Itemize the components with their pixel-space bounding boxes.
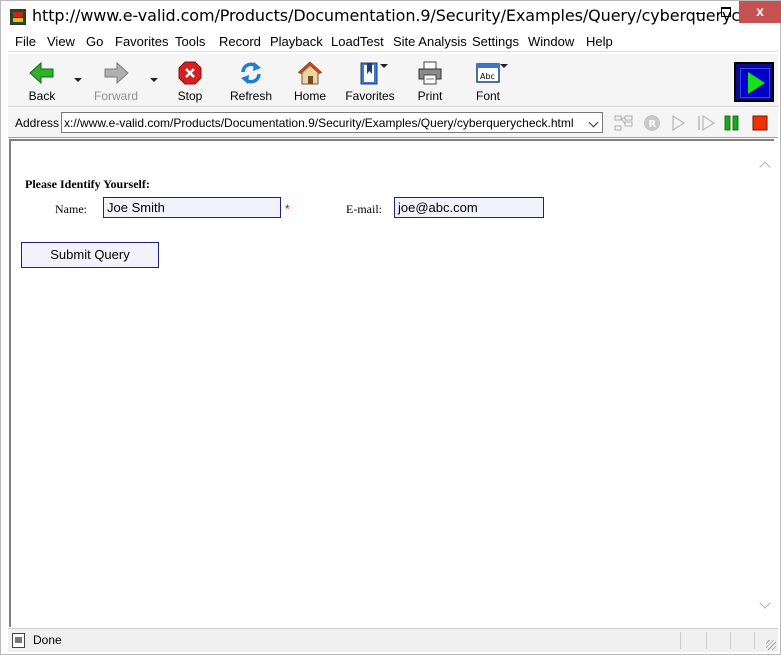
status-bar: Done	[8, 628, 778, 652]
toolbar: Back Forward Stop Refresh Home Favorites…	[8, 53, 778, 107]
address-url: x://www.e-valid.com/Products/Documentati…	[64, 116, 574, 130]
status-divider	[680, 632, 681, 649]
window-title: http://www.e-valid.com/Products/Document…	[32, 6, 781, 25]
scroll-down-icon[interactable]	[759, 599, 771, 611]
stop-recording-icon[interactable]	[750, 114, 770, 132]
print-button[interactable]: Print	[412, 58, 448, 104]
browser-window: http://www.e-valid.com/Products/Document…	[0, 0, 781, 655]
title-bar: http://www.e-valid.com/Products/Document…	[1, 1, 781, 31]
address-dropdown-icon[interactable]	[588, 117, 600, 129]
forward-label: Forward	[93, 89, 138, 103]
print-label: Print	[417, 89, 443, 103]
page-content: Please Identify Yourself: Name: Joe Smit…	[9, 139, 774, 627]
favorites-dropdown-arrow-icon[interactable]	[380, 64, 388, 68]
menu-file[interactable]: File	[15, 34, 36, 49]
menu-window[interactable]: Window	[528, 34, 574, 49]
home-label: Home	[293, 89, 326, 103]
address-label: Address	[15, 116, 60, 130]
back-arrow-icon	[28, 60, 56, 86]
refresh-label: Refresh	[229, 89, 273, 103]
status-text: Done	[33, 633, 62, 647]
favorites-label: Favorites	[345, 89, 395, 103]
print-icon	[416, 60, 444, 86]
back-button[interactable]: Back	[22, 58, 62, 104]
name-label: Name:	[55, 202, 87, 216]
back-label: Back	[28, 89, 56, 103]
stop-label: Stop	[177, 89, 203, 103]
forward-arrow-icon	[102, 60, 130, 86]
stop-icon	[176, 60, 204, 86]
email-label: E-mail:	[346, 202, 382, 216]
font-dropdown-arrow-icon[interactable]	[500, 64, 508, 68]
name-input[interactable]: Joe Smith	[103, 197, 281, 218]
menu-view[interactable]: View	[47, 34, 75, 49]
step-play-icon[interactable]	[696, 114, 716, 132]
menu-settings[interactable]: Settings	[472, 34, 519, 49]
font-icon: Abc	[474, 60, 502, 86]
menu-help[interactable]: Help	[586, 34, 613, 49]
maximize-button[interactable]	[713, 1, 739, 23]
menu-record[interactable]: Record	[219, 34, 261, 49]
resize-grip-icon[interactable]	[766, 640, 776, 650]
pause-icon[interactable]	[722, 114, 742, 132]
menu-bar: File View Go Favorites Tools Record Play…	[8, 32, 778, 52]
stop-button[interactable]: Stop	[170, 58, 210, 104]
minimize-button[interactable]	[687, 1, 713, 23]
status-divider	[754, 632, 755, 649]
svg-text:Abc: Abc	[480, 72, 495, 81]
script-tree-icon[interactable]	[614, 114, 634, 132]
form-heading: Please Identify Yourself:	[25, 177, 150, 191]
close-button[interactable]: x	[739, 1, 781, 23]
evalid-play-icon[interactable]	[734, 62, 774, 102]
address-input[interactable]: x://www.e-valid.com/Products/Documentati…	[61, 112, 603, 133]
forward-dropdown-arrow-icon[interactable]	[150, 78, 158, 82]
menu-playback[interactable]: Playback	[270, 34, 323, 49]
menu-site-analysis[interactable]: Site Analysis	[393, 34, 467, 49]
refresh-icon	[237, 60, 265, 86]
home-button[interactable]: Home	[290, 58, 330, 104]
submit-query-button[interactable]: Submit Query	[21, 242, 159, 268]
home-icon	[296, 60, 324, 86]
svg-text:R: R	[649, 119, 657, 130]
back-dropdown-arrow-icon[interactable]	[74, 78, 82, 82]
required-marker: *	[285, 202, 290, 216]
evalid-app-icon	[10, 9, 26, 25]
refresh-button[interactable]: Refresh	[226, 58, 276, 104]
font-label: Font	[475, 89, 500, 103]
status-divider	[706, 632, 707, 649]
menu-loadtest[interactable]: LoadTest	[331, 34, 384, 49]
menu-go[interactable]: Go	[86, 34, 103, 49]
forward-button[interactable]: Forward	[90, 58, 142, 104]
scroll-up-icon[interactable]	[759, 159, 771, 171]
favorites-button[interactable]: Favorites	[344, 58, 396, 104]
menu-favorites[interactable]: Favorites	[115, 34, 168, 49]
email-input[interactable]: joe@abc.com	[394, 197, 544, 218]
address-bar: Address x://www.e-valid.com/Products/Doc…	[8, 108, 778, 138]
record-icon[interactable]: R	[642, 114, 662, 132]
play-icon[interactable]	[668, 114, 688, 132]
status-divider	[730, 632, 731, 649]
page-status-icon	[12, 633, 25, 648]
menu-tools[interactable]: Tools	[175, 34, 205, 49]
